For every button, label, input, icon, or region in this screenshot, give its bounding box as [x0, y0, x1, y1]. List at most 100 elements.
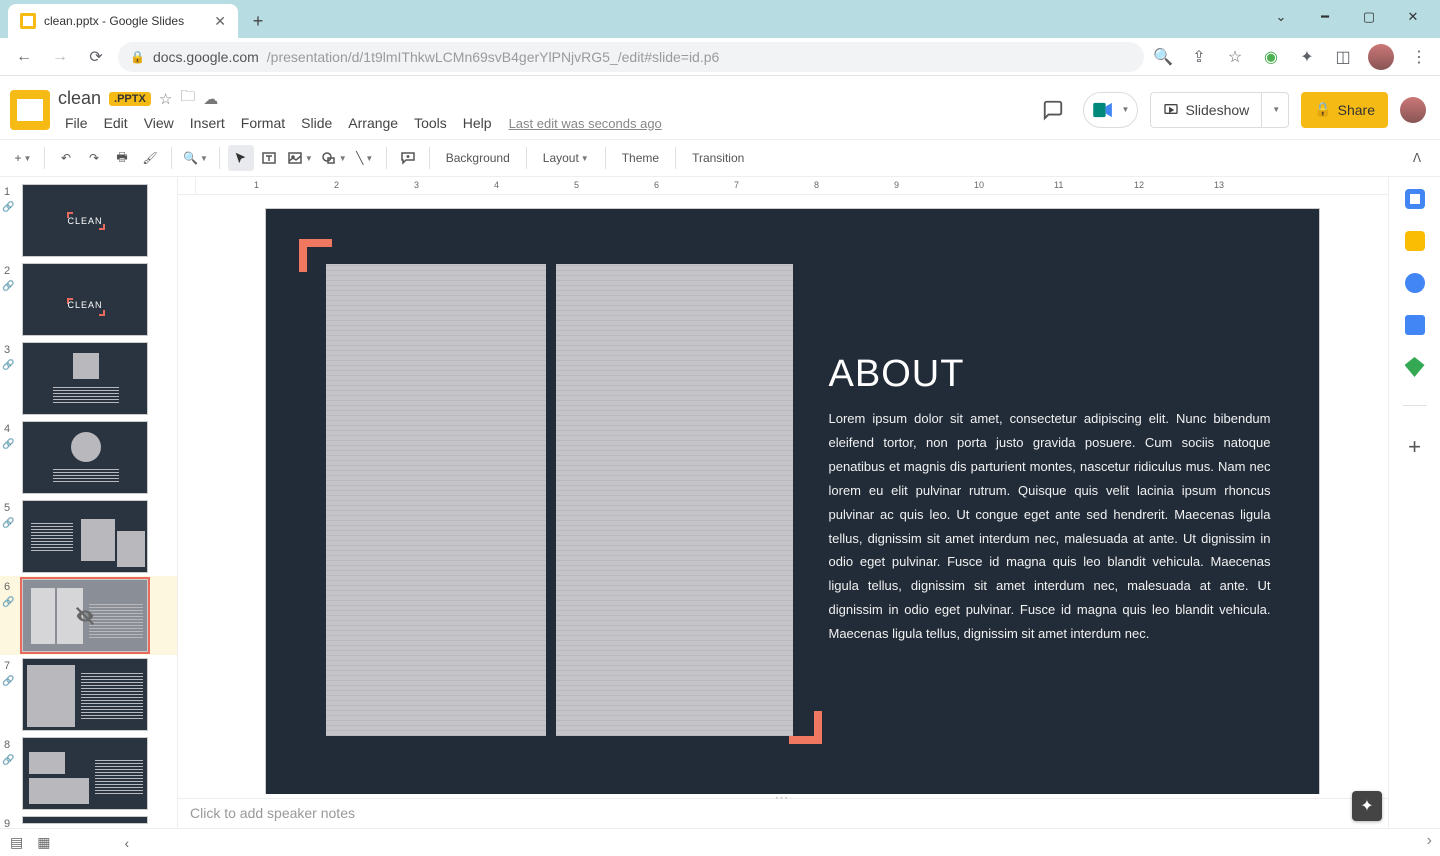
move-icon[interactable]: 🗀	[180, 86, 195, 111]
chevron-down-icon[interactable]: ⌄	[1268, 4, 1294, 30]
comment-tool[interactable]	[395, 145, 421, 171]
line-tool[interactable]: ╲▼	[352, 145, 378, 171]
share-label: Share	[1338, 102, 1375, 118]
lock-icon: 🔒	[1314, 101, 1331, 118]
slide-number: 2	[4, 265, 10, 277]
theme-button[interactable]: Theme	[614, 145, 667, 171]
slide[interactable]: ABOUT Lorem ipsum dolor sit amet, consec…	[266, 209, 1319, 794]
url-input[interactable]: 🔒 docs.google.com/presentation/d/1t9lmIT…	[118, 42, 1144, 72]
tab-title: clean.pptx - Google Slides	[44, 14, 184, 28]
layout-button[interactable]: Layout▼	[535, 145, 597, 171]
zoom-icon[interactable]: 🔍	[1152, 46, 1174, 68]
forward-button[interactable]: →	[46, 43, 74, 71]
url-path: /presentation/d/1t9lmIThkwLCMn69svB4gerY…	[267, 49, 720, 65]
new-tab-button[interactable]: +	[244, 7, 272, 35]
slides-logo[interactable]	[10, 90, 50, 130]
comments-button[interactable]	[1035, 92, 1071, 128]
slide-thumbnail-4[interactable]	[22, 421, 148, 494]
filmstrip[interactable]: 1🔗 CLEAN 2🔗 CLEAN 3🔗	[0, 177, 178, 828]
bottom-bar: ▤ ▦ ‹	[0, 828, 1440, 856]
slide-title[interactable]: ABOUT	[829, 353, 965, 396]
slide-thumbnail-8[interactable]	[22, 737, 148, 810]
transition-button[interactable]: Transition	[684, 145, 752, 171]
menu-slide[interactable]: Slide	[294, 113, 339, 133]
browser-address-bar: ← → ⟳ 🔒 docs.google.com/presentation/d/1…	[0, 38, 1440, 76]
slide-body-text[interactable]: Lorem ipsum dolor sit amet, consectetur …	[829, 407, 1271, 646]
chrome-menu-icon[interactable]: ⋮	[1408, 46, 1430, 68]
calendar-icon[interactable]	[1405, 189, 1425, 209]
image-tool[interactable]: ▼	[284, 145, 316, 171]
background-button[interactable]: Background	[438, 145, 518, 171]
minimize-button[interactable]: ━	[1312, 4, 1338, 30]
browser-tab[interactable]: clean.pptx - Google Slides ✕	[8, 4, 238, 38]
link-icon: 🔗	[2, 597, 14, 608]
tasks-icon[interactable]	[1405, 273, 1425, 293]
collapse-filmstrip-button[interactable]: ‹	[124, 835, 129, 851]
image-placeholder-left[interactable]	[326, 264, 546, 736]
last-edit-link[interactable]: Last edit was seconds ago	[509, 116, 662, 131]
redo-button[interactable]: ↷	[81, 145, 107, 171]
contacts-icon[interactable]	[1405, 315, 1425, 335]
paint-format-button[interactable]: 🖌	[137, 145, 163, 171]
slide-canvas[interactable]: ABOUT Lorem ipsum dolor sit amet, consec…	[178, 195, 1388, 794]
shape-tool[interactable]: ▼	[318, 145, 350, 171]
menu-help[interactable]: Help	[456, 113, 499, 133]
menu-tools[interactable]: Tools	[407, 113, 454, 133]
menu-edit[interactable]: Edit	[97, 113, 135, 133]
slideshow-label: Slideshow	[1185, 102, 1249, 118]
back-button[interactable]: ←	[10, 43, 38, 71]
slide-number: 3	[4, 344, 10, 356]
menu-view[interactable]: View	[137, 113, 181, 133]
menu-arrange[interactable]: Arrange	[341, 113, 405, 133]
slide-number: 8	[4, 739, 10, 751]
filmstrip-view-icon[interactable]: ▤	[10, 834, 23, 851]
close-window-button[interactable]: ✕	[1400, 4, 1426, 30]
extensions-icon[interactable]: ✦	[1296, 46, 1318, 68]
menu-bar: File Edit View Insert Format Slide Arran…	[58, 113, 662, 133]
image-placeholder-right[interactable]	[556, 264, 793, 736]
explore-button[interactable]: ✦	[1352, 791, 1382, 821]
slideshow-dropdown[interactable]: ▼	[1262, 92, 1289, 128]
slide-thumbnail-9[interactable]	[22, 816, 148, 824]
hide-side-panel-button[interactable]: ›	[1427, 832, 1432, 850]
url-host: docs.google.com	[153, 49, 259, 65]
textbox-tool[interactable]	[256, 145, 282, 171]
slide-thumbnail-6[interactable]	[22, 579, 148, 652]
maximize-button[interactable]: ▢	[1356, 4, 1382, 30]
menu-insert[interactable]: Insert	[183, 113, 232, 133]
slide-thumbnail-2[interactable]: CLEAN	[22, 263, 148, 336]
profile-avatar[interactable]	[1368, 44, 1394, 70]
slide-thumbnail-3[interactable]	[22, 342, 148, 415]
maps-icon[interactable]	[1405, 357, 1425, 377]
chevron-down-icon: ▼	[1272, 105, 1280, 114]
print-button[interactable]: 🖶	[109, 145, 135, 171]
grid-view-icon[interactable]: ▦	[37, 834, 50, 851]
account-avatar[interactable]	[1400, 97, 1426, 123]
add-addon-button[interactable]: +	[1408, 434, 1421, 460]
document-title[interactable]: clean	[58, 88, 101, 109]
undo-button[interactable]: ↶	[53, 145, 79, 171]
star-icon[interactable]: ☆	[159, 90, 172, 108]
slide-thumbnail-7[interactable]	[22, 658, 148, 731]
slide-thumbnail-5[interactable]	[22, 500, 148, 573]
collapse-toolbar-button[interactable]: ᐱ	[1404, 145, 1430, 171]
side-panel-icon[interactable]: ◫	[1332, 46, 1354, 68]
select-tool[interactable]	[228, 145, 254, 171]
notes-splitter[interactable]	[178, 794, 1388, 798]
extension-icon[interactable]: ◉	[1260, 46, 1282, 68]
meet-button[interactable]: ▼	[1083, 92, 1139, 128]
link-icon: 🔗	[2, 439, 14, 450]
new-slide-button[interactable]: +▼	[10, 145, 36, 171]
share-page-icon[interactable]: ⇪	[1188, 46, 1210, 68]
menu-file[interactable]: File	[58, 113, 95, 133]
reload-button[interactable]: ⟳	[82, 43, 110, 71]
slideshow-button[interactable]: Slideshow	[1150, 92, 1262, 128]
zoom-button[interactable]: 🔍▼	[180, 145, 211, 171]
close-tab-icon[interactable]: ✕	[214, 13, 226, 30]
slide-thumbnail-1[interactable]: CLEAN	[22, 184, 148, 257]
menu-format[interactable]: Format	[234, 113, 292, 133]
keep-icon[interactable]	[1405, 231, 1425, 251]
bookmark-icon[interactable]: ☆	[1224, 46, 1246, 68]
share-button[interactable]: 🔒 Share	[1301, 92, 1388, 128]
cloud-status-icon[interactable]: ☁	[203, 90, 218, 108]
